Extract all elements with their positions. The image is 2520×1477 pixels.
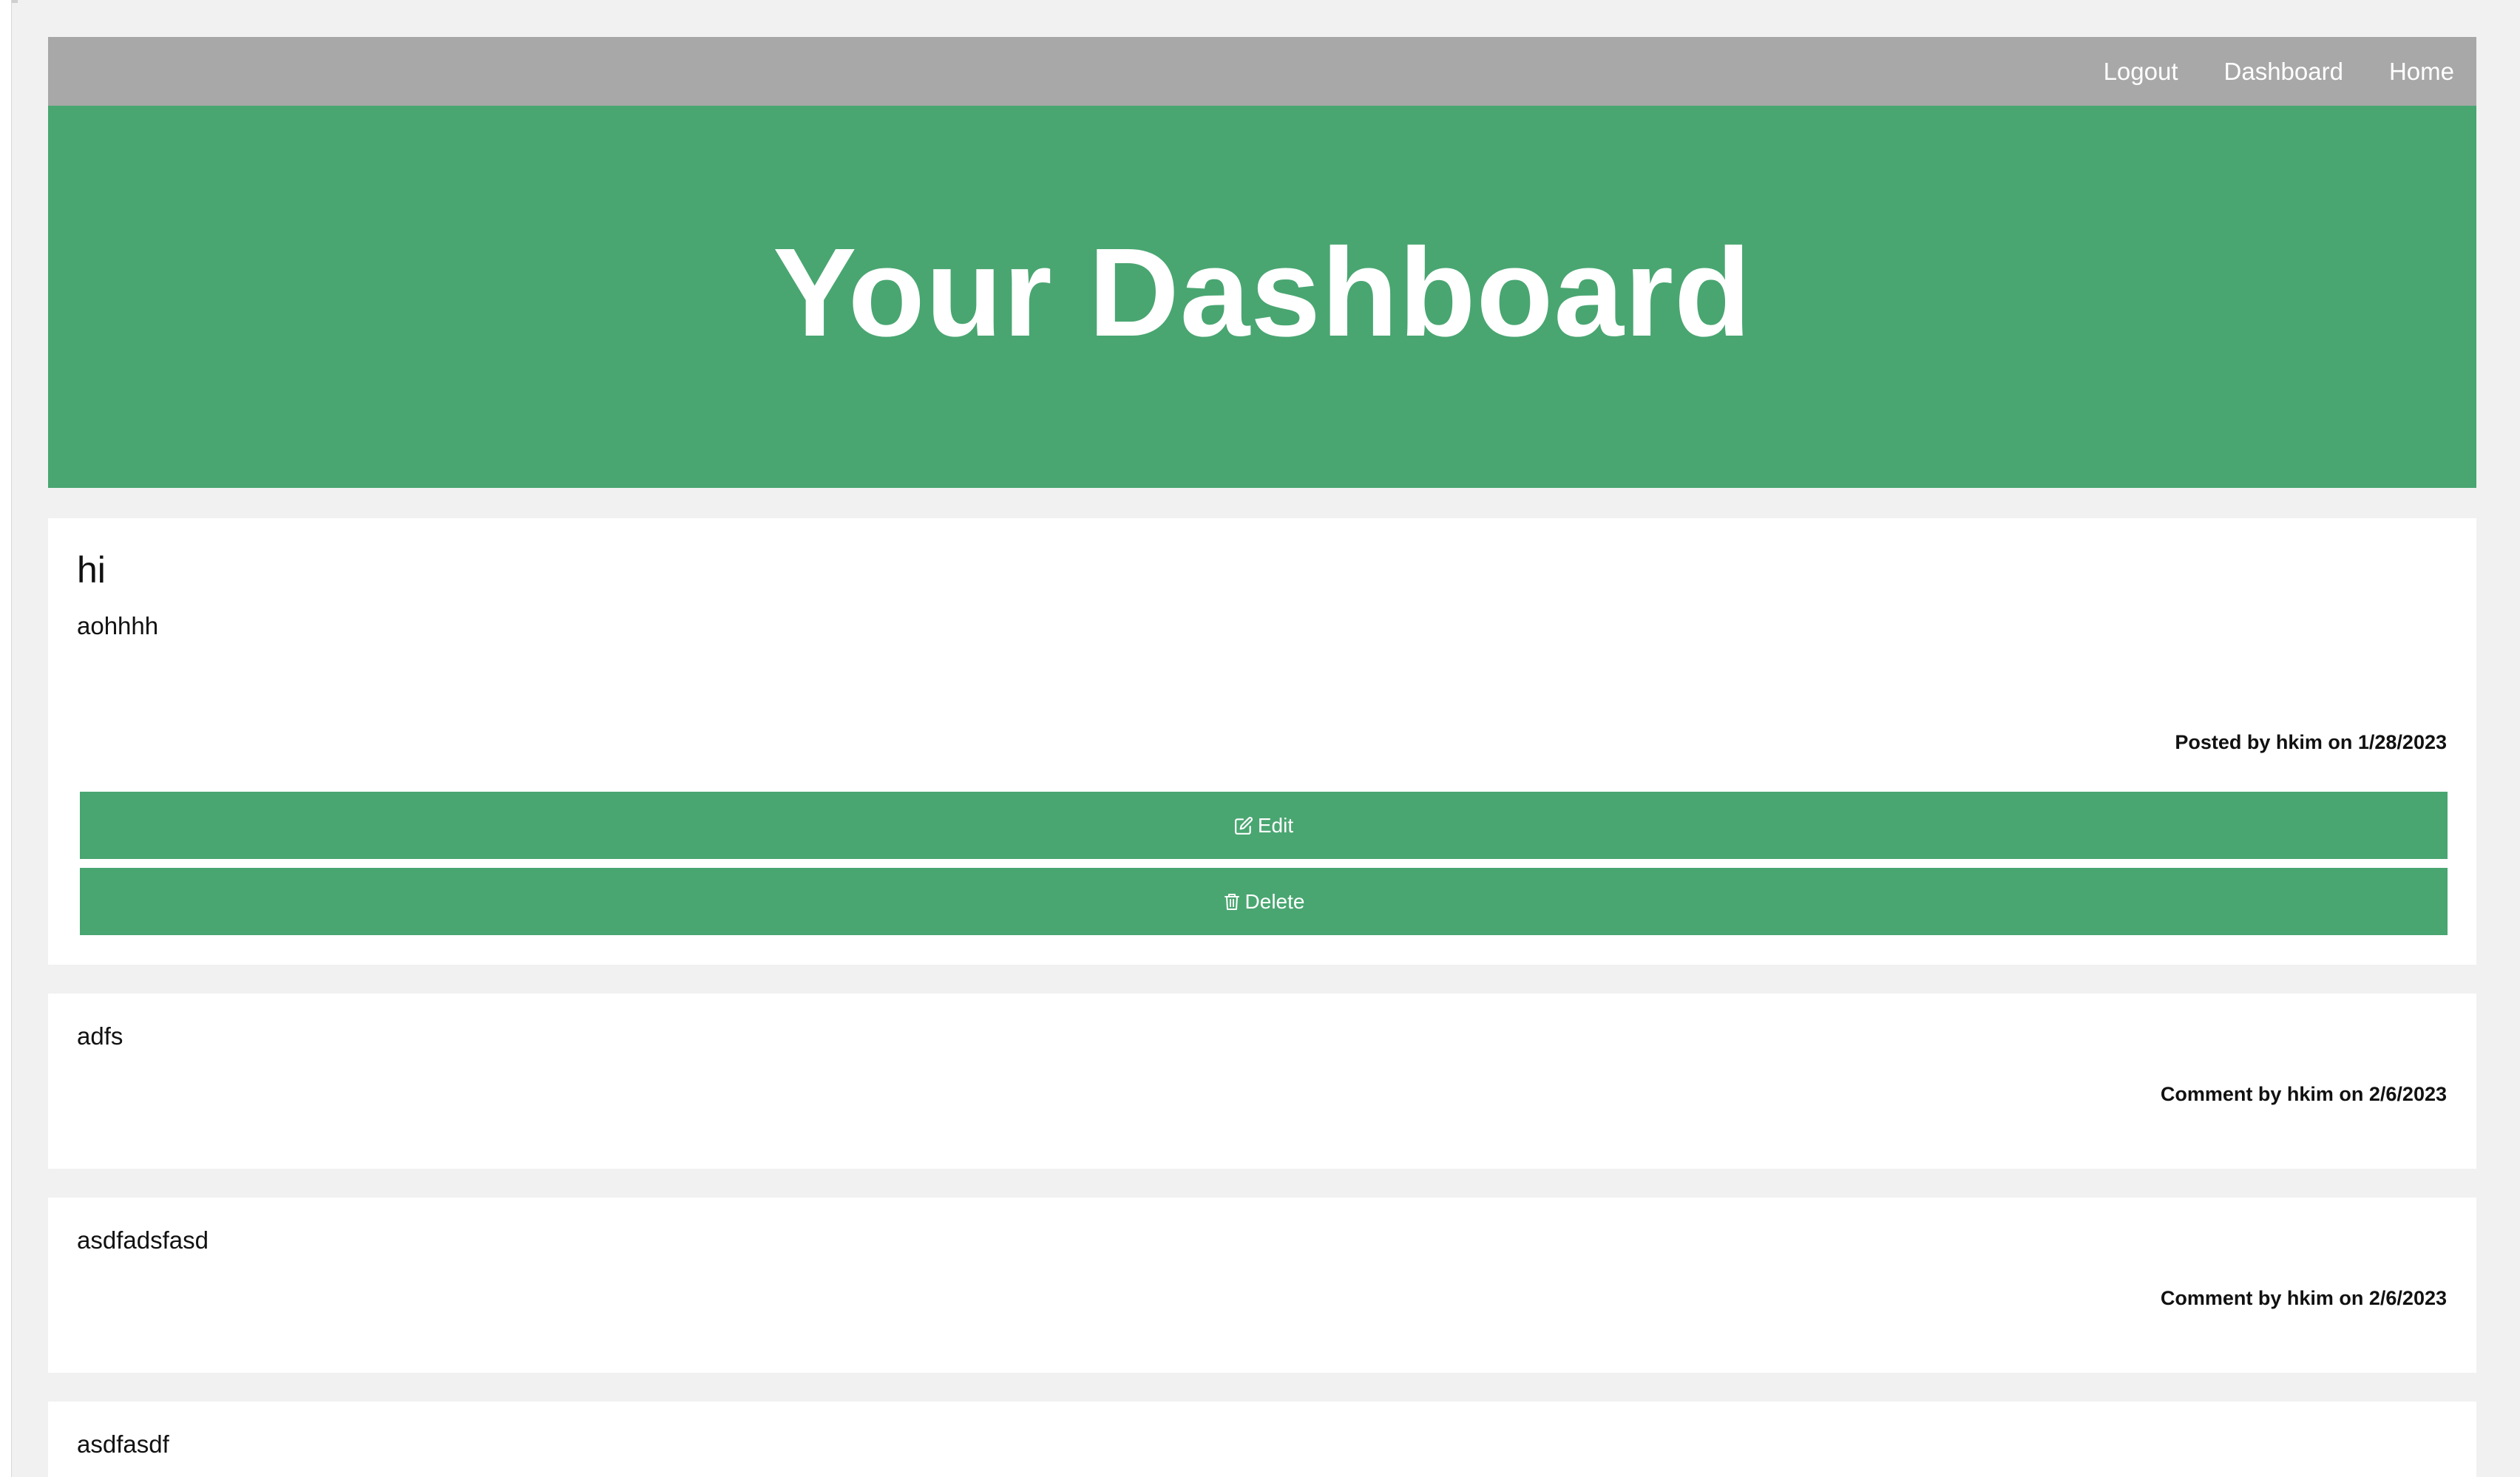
post-title: hi: [77, 549, 106, 591]
main-container: Logout Dashboard Home Your Dashboard hi …: [48, 37, 2476, 1477]
comment-body: asdfasdf: [77, 1430, 169, 1458]
nav-home-link[interactable]: Home: [2389, 58, 2454, 86]
hero-banner: Your Dashboard: [48, 106, 2476, 488]
comment-card: asdfasdf: [48, 1402, 2476, 1477]
post-body: aohhhh: [77, 612, 159, 639]
comment-meta: Comment by hkim on 2/6/2023: [2160, 1083, 2447, 1105]
edit-post-button-label: Edit: [1257, 813, 1294, 837]
post-card: hi aohhhh Posted by hkim on 1/28/2023 Ed…: [48, 518, 2476, 965]
nav-dashboard-link[interactable]: Dashboard: [2224, 58, 2343, 86]
delete-post-button[interactable]: Delete: [80, 868, 2448, 935]
top-navbar: Logout Dashboard Home: [48, 37, 2476, 106]
nav-logout-link[interactable]: Logout: [2104, 58, 2178, 86]
window-edge-mark: [12, 0, 18, 3]
comment-meta: Comment by hkim on 2/6/2023: [2160, 1287, 2447, 1309]
delete-post-button-label: Delete: [1244, 889, 1305, 913]
comment-card: asdfadsfasd Comment by hkim on 2/6/2023: [48, 1198, 2476, 1373]
trash-icon: [1223, 892, 1241, 911]
post-meta: Posted by hkim on 1/28/2023: [2175, 731, 2447, 753]
edit-icon: [1234, 816, 1253, 835]
page: Logout Dashboard Home Your Dashboard hi …: [11, 0, 2520, 1477]
edit-post-button[interactable]: Edit: [80, 792, 2448, 859]
comment-card: adfs Comment by hkim on 2/6/2023: [48, 994, 2476, 1169]
comment-body: asdfadsfasd: [77, 1226, 209, 1254]
comment-body: adfs: [77, 1022, 123, 1050]
page-title: Your Dashboard: [773, 222, 1752, 363]
